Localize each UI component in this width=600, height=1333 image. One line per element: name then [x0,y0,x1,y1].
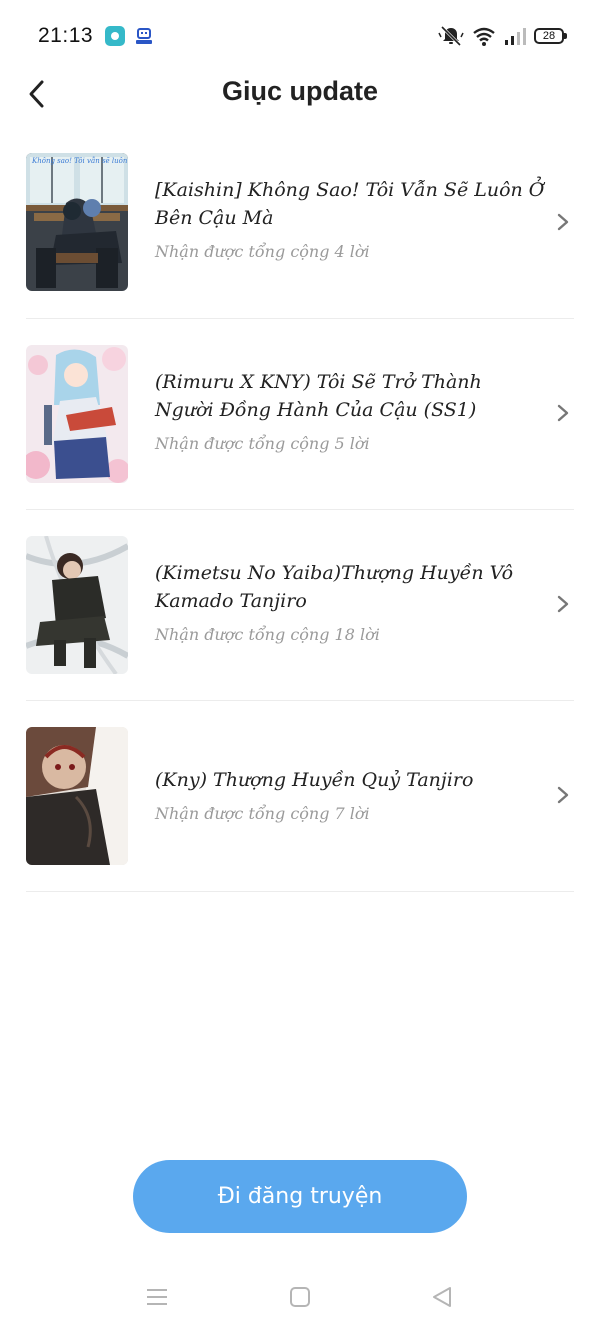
app-notification-icon [105,26,125,46]
story-list: Không sao! Tôi vẫn sẽ luôn ở bên cậu mà … [0,128,600,892]
story-request-count: Nhận được tổng cộng 4 lời [155,242,370,261]
cover-title-text: Không sao! Tôi vẫn sẽ luôn ở bên cậu mà [31,156,128,165]
page-title: Giục update [221,76,378,106]
story-title: (Kny) Thượng Huyền Quỷ Tanjiro [155,769,474,791]
story-request-count: Nhận được tổng cộng 7 lời [155,804,370,823]
story-info: [Kaishin] Không Sao! Tôi Vẫn Sẽ Luôn Ở B… [155,176,545,261]
chevron-right-icon [557,404,569,422]
chevron-right-icon [557,786,569,804]
story-title: (Rimuru X KNY) Tôi Sẽ Trở Thành Người Đồ… [155,371,482,421]
story-info: (Rimuru X KNY) Tôi Sẽ Trở Thành Người Đồ… [155,368,545,453]
story-cover [26,727,128,865]
signal-icon [504,27,526,45]
status-icons: 28 [438,22,567,50]
story-cover: Không sao! Tôi vẫn sẽ luôn ở bên cậu mà [26,153,128,291]
list-item[interactable]: Không sao! Tôi vẫn sẽ luôn ở bên cậu mà … [0,128,600,319]
header: Giục update [0,66,600,120]
story-title: [Kaishin] Không Sao! Tôi Vẫn Sẽ Luôn Ở B… [155,179,545,229]
robot-notification-icon [134,26,154,46]
post-story-button[interactable]: Đi đăng truyện [133,1160,467,1233]
chevron-right-icon [557,213,569,231]
list-item[interactable]: (Kimetsu No Yaiba)Thượng Huyền Vô Kamado… [0,510,600,701]
story-info: (Kny) Thượng Huyền Quỷ Tanjiro Nhận được… [155,766,545,823]
menu-icon [147,1289,167,1305]
back-triangle-icon [433,1287,451,1307]
status-time: 21:13 [38,24,94,47]
story-request-count: Nhận được tổng cộng 5 lời [155,434,370,453]
wifi-icon [472,26,496,46]
battery-icon: 28 [534,28,567,44]
story-cover [26,345,128,483]
list-item[interactable]: (Rimuru X KNY) Tôi Sẽ Trở Thành Người Đồ… [0,319,600,510]
system-nav-bar [0,1265,600,1333]
menu-button[interactable] [145,1285,169,1313]
home-icon [290,1287,310,1307]
chevron-right-icon [557,595,569,613]
mute-icon [438,25,464,47]
status-bar: 21:13 28 [0,0,600,72]
story-info: (Kimetsu No Yaiba)Thượng Huyền Vô Kamado… [155,559,545,644]
story-cover [26,536,128,674]
divider [26,891,574,892]
list-item[interactable]: (Kny) Thượng Huyền Quỷ Tanjiro Nhận được… [0,701,600,892]
story-title: (Kimetsu No Yaiba)Thượng Huyền Vô Kamado… [155,562,514,612]
story-request-count: Nhận được tổng cộng 18 lời [155,625,380,644]
home-button[interactable] [288,1285,312,1313]
nav-back-button[interactable] [430,1285,454,1313]
